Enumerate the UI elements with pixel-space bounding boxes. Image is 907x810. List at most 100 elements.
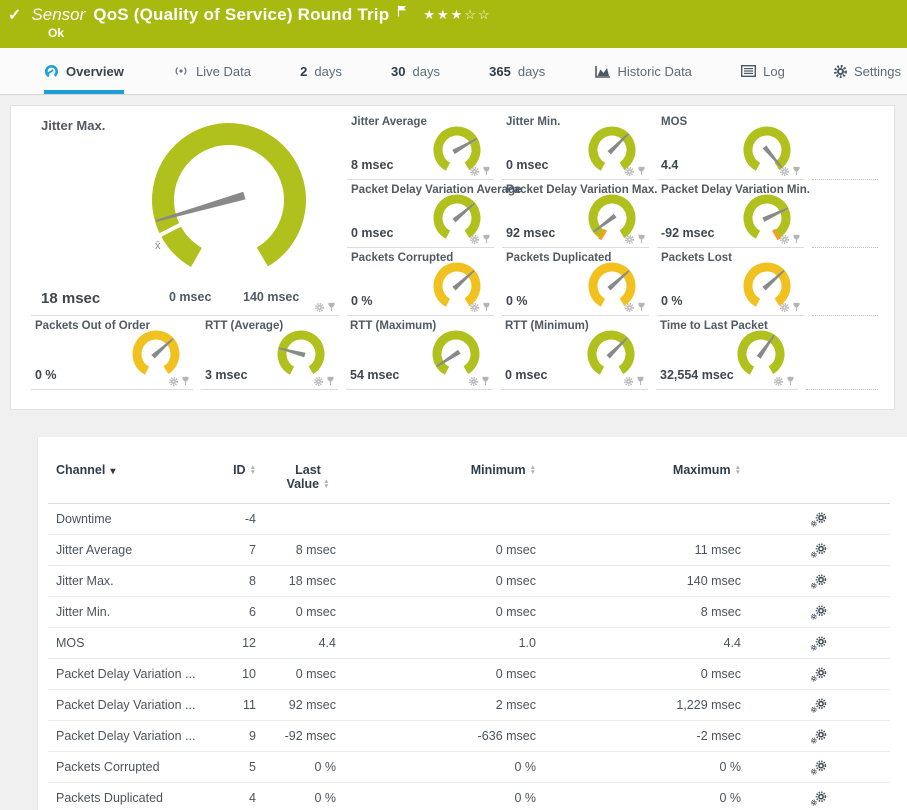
channel-name[interactable]: Packets Duplicated bbox=[48, 791, 223, 805]
pin-icon[interactable] bbox=[637, 302, 646, 312]
gauge-gear-icon[interactable] bbox=[625, 167, 634, 176]
gauge-gear-icon[interactable] bbox=[624, 377, 633, 386]
gauge-title: MOS bbox=[661, 116, 687, 128]
gauge-gear-icon[interactable] bbox=[780, 303, 789, 312]
channel-settings-icon[interactable] bbox=[810, 574, 827, 589]
column-header-minimum[interactable]: Minimum▲▼ bbox=[338, 463, 538, 477]
channel-id: 7 bbox=[223, 543, 258, 557]
tab-log[interactable]: Log bbox=[741, 48, 785, 94]
gauge-gear-icon[interactable] bbox=[780, 167, 789, 176]
gauge-value: 0 % bbox=[506, 294, 528, 308]
gauge-gear-icon[interactable] bbox=[314, 377, 323, 386]
channel-last-value: 0 msec bbox=[258, 605, 338, 619]
column-header-last-value[interactable]: Last Value▲▼ bbox=[280, 463, 338, 491]
divider bbox=[812, 112, 878, 180]
pin-icon[interactable] bbox=[327, 302, 336, 312]
channel-settings-icon[interactable] bbox=[810, 698, 827, 713]
channel-name[interactable]: MOS bbox=[48, 636, 223, 650]
tab-settings[interactable]: Settings bbox=[834, 48, 901, 94]
channel-settings-icon[interactable] bbox=[810, 729, 827, 744]
tab-historic-data[interactable]: Historic Data bbox=[595, 48, 692, 94]
gauge-gear-icon[interactable] bbox=[780, 235, 789, 244]
channel-name[interactable]: Packet Delay Variation ... bbox=[48, 698, 223, 712]
channel-name[interactable]: Packet Delay Variation ... bbox=[48, 667, 223, 681]
table-row-packet-delay-variation: Packet Delay Variation ...1192 msec2 mse… bbox=[48, 690, 890, 721]
gauge-gear-icon[interactable] bbox=[169, 377, 178, 386]
channel-table: Channel▾ID▲▼ Last Value▲▼Minimum▲▼Maximum… bbox=[37, 437, 907, 810]
gauge-title: Packets Out of Order bbox=[35, 320, 150, 332]
gauge-panel: Jitter Max. x̄ 18 msec 0 msec 140 msec J… bbox=[10, 105, 895, 410]
pin-icon[interactable] bbox=[181, 376, 190, 386]
tab-30-days[interactable]: 30days bbox=[391, 48, 440, 94]
channel-maximum: 11 msec bbox=[538, 543, 743, 557]
gauge-title: RTT (Minimum) bbox=[505, 320, 589, 332]
pin-icon[interactable] bbox=[482, 302, 491, 312]
column-header-maximum[interactable]: Maximum▲▼ bbox=[538, 463, 743, 477]
channel-last-value: 0 msec bbox=[258, 667, 338, 681]
pin-icon[interactable] bbox=[482, 166, 491, 176]
channel-id: 8 bbox=[223, 574, 258, 588]
pin-icon[interactable] bbox=[326, 376, 335, 386]
gauge-rtt-minimum: RTT (Minimum)0 msec bbox=[501, 316, 648, 390]
channel-settings-icon[interactable] bbox=[810, 667, 827, 682]
sort-arrows-icon[interactable]: ▲▼ bbox=[530, 466, 536, 476]
gauge-dial bbox=[139, 120, 319, 277]
flag-icon[interactable] bbox=[397, 5, 407, 17]
column-header-channel[interactable]: Channel▾ bbox=[48, 463, 223, 477]
gauge-time-to-last-packet: Time to Last Packet32,554 msec bbox=[656, 316, 798, 390]
channel-name[interactable]: Packets Corrupted bbox=[48, 760, 223, 774]
pin-icon[interactable] bbox=[792, 302, 801, 312]
gauge-value: 92 msec bbox=[506, 226, 555, 240]
pin-icon[interactable] bbox=[637, 166, 646, 176]
sort-caret-icon: ▾ bbox=[110, 466, 115, 477]
channel-name[interactable]: Packet Delay Variation ... bbox=[48, 729, 223, 743]
channel-settings-icon[interactable] bbox=[810, 636, 827, 651]
pin-icon[interactable] bbox=[481, 376, 490, 386]
gauge-gear-icon[interactable] bbox=[470, 167, 479, 176]
channel-name[interactable]: Downtime bbox=[48, 512, 223, 526]
channel-minimum: 2 msec bbox=[338, 698, 538, 712]
channel-settings-icon[interactable] bbox=[810, 760, 827, 775]
gauge-packet-delay-variation-max: Packet Delay Variation Max.92 msec bbox=[502, 180, 649, 248]
pin-icon[interactable] bbox=[786, 376, 795, 386]
pin-icon[interactable] bbox=[482, 234, 491, 244]
pin-icon[interactable] bbox=[637, 234, 646, 244]
channel-id: 12 bbox=[223, 636, 258, 650]
tab-2-days[interactable]: 2days bbox=[300, 48, 342, 94]
channel-name[interactable]: Jitter Average bbox=[48, 543, 223, 557]
divider bbox=[806, 316, 878, 390]
channel-minimum: 1.0 bbox=[338, 636, 538, 650]
tab-365-days[interactable]: 365days bbox=[489, 48, 545, 94]
sort-arrows-icon[interactable]: ▲▼ bbox=[250, 466, 256, 476]
pin-icon[interactable] bbox=[792, 166, 801, 176]
table-header-row: Channel▾ID▲▼ Last Value▲▼Minimum▲▼Maximum… bbox=[48, 437, 890, 504]
channel-settings-icon[interactable] bbox=[810, 791, 827, 806]
column-header-id[interactable]: ID▲▼ bbox=[223, 463, 258, 477]
tab-overview[interactable]: Overview bbox=[44, 48, 124, 94]
gauge-title: Packets Corrupted bbox=[351, 252, 453, 264]
gauge-rtt-maximum: RTT (Maximum)54 msec bbox=[346, 316, 493, 390]
gauge-gear-icon[interactable] bbox=[470, 235, 479, 244]
tab-live-data[interactable]: Live Data bbox=[173, 48, 251, 94]
gauge-gear-icon[interactable] bbox=[625, 303, 634, 312]
pin-icon[interactable] bbox=[792, 234, 801, 244]
priority-stars[interactable]: ★★★☆☆ bbox=[423, 7, 491, 23]
live-data-icon bbox=[173, 64, 189, 78]
gauge-value: 4.4 bbox=[661, 158, 678, 172]
gauge-packet-delay-variation-average: Packet Delay Variation Average0 msec bbox=[347, 180, 494, 248]
channel-settings-icon[interactable] bbox=[810, 605, 827, 620]
gauge-gear-icon[interactable] bbox=[315, 303, 324, 312]
historic-data-icon bbox=[595, 65, 611, 78]
sort-arrows-icon[interactable]: ▲▼ bbox=[735, 466, 741, 476]
sort-arrows-icon[interactable]: ▲▼ bbox=[323, 480, 329, 490]
pin-icon[interactable] bbox=[636, 376, 645, 386]
gauge-gear-icon[interactable] bbox=[469, 377, 478, 386]
gauge-gear-icon[interactable] bbox=[470, 303, 479, 312]
channel-name[interactable]: Jitter Max. bbox=[48, 574, 223, 588]
gauge-mos: MOS 4.4 bbox=[657, 112, 804, 180]
gauge-gear-icon[interactable] bbox=[625, 235, 634, 244]
channel-name[interactable]: Jitter Min. bbox=[48, 605, 223, 619]
channel-settings-icon[interactable] bbox=[810, 512, 827, 527]
gauge-gear-icon[interactable] bbox=[774, 377, 783, 386]
channel-settings-icon[interactable] bbox=[810, 543, 827, 558]
